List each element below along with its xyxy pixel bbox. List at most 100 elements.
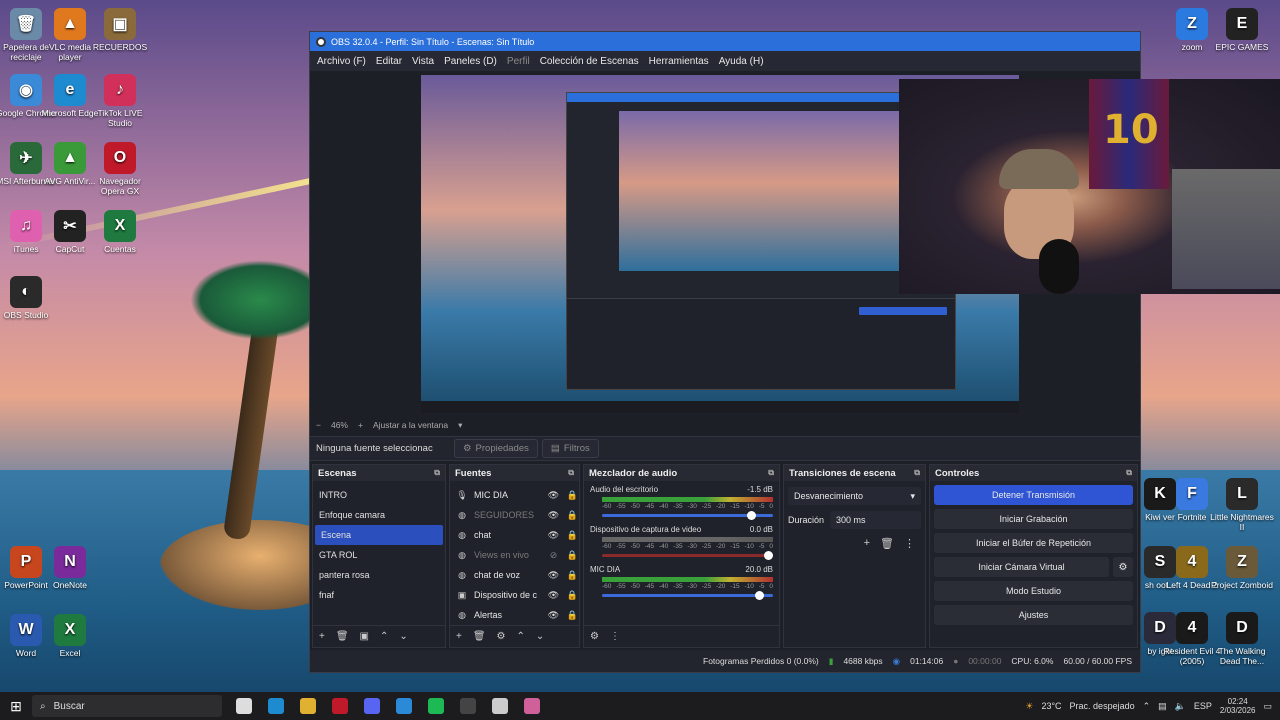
eye-icon[interactable]: 👁 <box>547 510 560 521</box>
copilot-icon[interactable] <box>524 698 540 714</box>
scene-item[interactable]: pantera rosa <box>313 565 445 585</box>
desktop-icon[interactable]: L Little Nightmares II <box>1210 478 1274 532</box>
source-item[interactable]: ◍ Alertas 👁 🔒 <box>450 605 579 625</box>
desktop-icon[interactable]: D The Walking Dead The... <box>1210 612 1274 666</box>
desktop-icon[interactable]: ▣ RECUERDOS <box>88 8 152 52</box>
source-item[interactable]: ▣ Dispositivo de c 👁 🔒 <box>450 585 579 605</box>
more-options-icon[interactable]: ⋮ <box>904 537 915 550</box>
eye-icon[interactable]: 👁 <box>547 610 560 621</box>
eye-icon[interactable]: 👁 <box>547 530 560 541</box>
zoom-mode-dropdown[interactable]: Ajustar a la ventana <box>373 420 448 430</box>
move-up-icon[interactable]: ⌃ <box>517 631 525 642</box>
chevron-down-icon[interactable]: ▾ <box>458 420 462 431</box>
desktop-icon[interactable]: E EPIC GAMES <box>1210 8 1274 52</box>
opera-gx-icon[interactable] <box>332 698 348 714</box>
source-item[interactable]: ◍ chat de voz 👁 🔒 <box>450 565 579 585</box>
eye-icon[interactable]: 👁 <box>547 490 560 501</box>
weather-temp[interactable]: 23°C <box>1041 701 1061 711</box>
menu-item[interactable]: Editar <box>371 56 407 67</box>
desktop-icon[interactable]: ◐ OBS Studio <box>0 276 58 320</box>
undock-icon[interactable]: ⧉ <box>434 468 440 478</box>
remove-transition-icon[interactable]: 🗑 <box>880 537 894 550</box>
menu-item[interactable]: Archivo (F) <box>312 56 371 67</box>
source-settings-icon[interactable]: ⚙ <box>497 631 506 642</box>
scene-filters-icon[interactable]: ▣ <box>360 631 369 642</box>
volume-fader[interactable] <box>602 511 773 520</box>
language-indicator[interactable]: ESP <box>1194 701 1212 711</box>
explorer-icon[interactable] <box>300 698 316 714</box>
volume-fader[interactable] <box>602 551 773 560</box>
menu-item[interactable]: Herramientas <box>644 56 714 67</box>
settings-button[interactable]: Ajustes <box>934 605 1133 625</box>
add-scene-icon[interactable]: + <box>319 631 325 642</box>
eye-off-icon[interactable]: ⊘ <box>547 550 560 561</box>
scene-item[interactable]: INTRO <box>313 485 445 505</box>
undock-icon[interactable]: ⧉ <box>568 468 574 478</box>
filters-button[interactable]: ▤ Filtros <box>541 439 599 458</box>
lock-icon[interactable]: 🔒 <box>566 570 579 581</box>
stop-streaming-button[interactable]: Detener Transmisión <box>934 485 1133 505</box>
move-down-icon[interactable]: ⌄ <box>536 631 544 642</box>
edge-icon[interactable] <box>268 698 284 714</box>
duration-input[interactable]: 300 ms <box>830 511 921 529</box>
transition-select[interactable]: Desvanecimiento ▾ <box>788 487 921 505</box>
menu-item[interactable]: Colección de Escenas <box>535 56 644 67</box>
weather-desc[interactable]: Prac. despejado <box>1070 701 1135 711</box>
menu-item[interactable]: Ayuda (H) <box>714 56 769 67</box>
desktop-icon[interactable]: X Excel <box>38 614 102 658</box>
studio-mode-button[interactable]: Modo Estudio <box>934 581 1133 601</box>
source-item[interactable]: ◍ SEGUIDORES 👁 🔒 <box>450 505 579 525</box>
scene-item[interactable]: GTA ROL <box>313 545 445 565</box>
preview-canvas[interactable]: 10 <box>310 72 1280 414</box>
eye-icon[interactable]: 👁 <box>547 570 560 581</box>
lock-icon[interactable]: 🔒 <box>566 510 579 521</box>
start-virtual-camera-button[interactable]: Iniciar Cámara Virtual <box>934 557 1109 577</box>
clock[interactable]: 02:24 2/03/2026 <box>1220 697 1256 715</box>
remove-source-icon[interactable]: 🗑 <box>473 631 486 642</box>
menu-item[interactable]: Paneles (D) <box>439 56 502 67</box>
lock-icon[interactable]: 🔒 <box>566 490 579 501</box>
windows-start-icon[interactable]: ⊞ <box>0 698 32 715</box>
zoom-in-icon[interactable]: + <box>358 420 363 430</box>
lock-icon[interactable]: 🔒 <box>566 610 579 621</box>
virtual-camera-settings-icon[interactable]: ⚙ <box>1113 557 1133 577</box>
scene-item[interactable]: fnaf <box>313 585 445 605</box>
properties-button[interactable]: ⚙ Propiedades <box>454 439 538 458</box>
zoom-out-icon[interactable]: − <box>316 420 321 430</box>
move-up-icon[interactable]: ⌃ <box>380 631 388 642</box>
network-icon[interactable]: ▤ <box>1158 701 1167 712</box>
notifications-icon[interactable]: ▭ <box>1263 701 1272 712</box>
desktop-icon[interactable]: ♪ TikTok LIVE Studio <box>88 74 152 128</box>
desktop-icon[interactable]: O Navegador Opera GX <box>88 142 152 196</box>
discord-icon[interactable] <box>364 698 380 714</box>
more-options-icon[interactable]: ⋮ <box>610 631 620 642</box>
fader-knob[interactable] <box>746 511 756 520</box>
fader-knob[interactable] <box>755 591 765 600</box>
undock-icon[interactable]: ⧉ <box>768 468 774 478</box>
lock-icon[interactable]: 🔒 <box>566 530 579 541</box>
menu-item[interactable]: Perfil <box>502 56 535 67</box>
start-recording-button[interactable]: Iniciar Grabación <box>934 509 1133 529</box>
lock-icon[interactable]: 🔒 <box>566 590 579 601</box>
source-item[interactable]: 🎙 MIC DIA 👁 🔒 <box>450 485 579 505</box>
obs-titlebar[interactable]: OBS 32.0.4 - Perfil: Sin Título - Escena… <box>310 32 1140 51</box>
taskbar-search[interactable]: ⌕ Buscar <box>32 695 222 717</box>
source-item[interactable]: ◍ chat 👁 🔒 <box>450 525 579 545</box>
desktop-icon[interactable]: X Cuentas <box>88 210 152 254</box>
obs-icon[interactable] <box>460 698 476 714</box>
scene-item[interactable]: Enfoque camara <box>313 505 445 525</box>
source-item[interactable]: ◍ Views en vivo ⊘ 🔒 <box>450 545 579 565</box>
task-view-icon[interactable] <box>236 698 252 714</box>
settings-icon[interactable] <box>492 698 508 714</box>
store-icon[interactable] <box>396 698 412 714</box>
volume-icon[interactable]: 🔈 <box>1175 701 1186 712</box>
start-replay-buffer-button[interactable]: Iniciar el Búfer de Repetición <box>934 533 1133 553</box>
menu-item[interactable]: Vista <box>407 56 439 67</box>
desktop-icon[interactable]: N OneNote <box>38 546 102 590</box>
spotify-icon[interactable] <box>428 698 444 714</box>
tray-chevron-icon[interactable]: ⌃ <box>1143 701 1151 712</box>
scene-item[interactable]: Escena <box>315 525 443 545</box>
mixer-settings-icon[interactable]: ⚙ <box>590 631 599 642</box>
desktop-icon[interactable]: Z Project Zomboid <box>1210 546 1274 590</box>
lock-icon[interactable]: 🔒 <box>566 550 579 561</box>
